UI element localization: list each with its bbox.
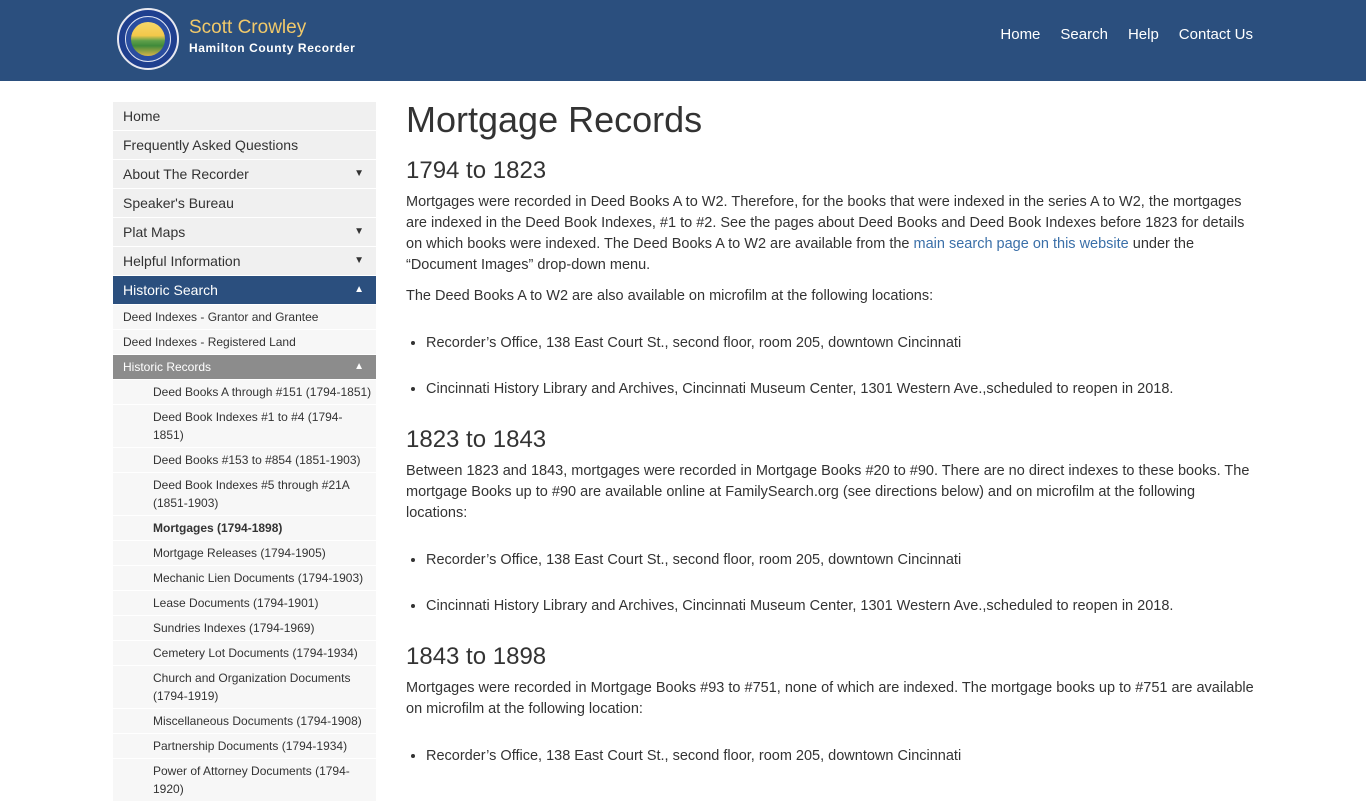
- brand-name[interactable]: Scott Crowley: [189, 16, 355, 40]
- chevron-down-icon[interactable]: ▼: [354, 218, 364, 246]
- main-content: Mortgage Records 1794 to 1823 Mortgages …: [406, 98, 1256, 792]
- nav-search[interactable]: Search: [1060, 26, 1108, 44]
- site-header: Scott Crowley Hamilton County Recorder H…: [0, 0, 1366, 81]
- list-item: Recorder’s Office, 138 East Court St., s…: [426, 550, 1256, 570]
- sidebar-item-about-recorder[interactable]: About The Recorder ▼: [113, 160, 376, 189]
- nav-help[interactable]: Help: [1128, 26, 1159, 44]
- sidebar-item-label: Helpful Information: [123, 253, 241, 269]
- record-link-current[interactable]: Mortgages (1794-1898): [113, 516, 376, 541]
- paragraph: The Deed Books A to W2 are also availabl…: [406, 288, 934, 304]
- record-link[interactable]: Cemetery Lot Documents (1794-1934): [113, 641, 376, 666]
- record-link[interactable]: Deed Books #153 to #854 (1851-1903): [113, 448, 376, 473]
- list-item: Recorder’s Office, 138 East Court St., s…: [426, 746, 1256, 766]
- page-title: Mortgage Records: [406, 99, 703, 140]
- chevron-up-icon[interactable]: ▲: [354, 276, 364, 304]
- sidebar-subitem-deed-indexes-grantor[interactable]: Deed Indexes - Grantor and Grantee: [113, 305, 376, 330]
- location-list: Recorder’s Office, 138 East Court St., s…: [406, 333, 1256, 399]
- paragraph: Between 1823 and 1843, mortgages were re…: [406, 463, 1250, 521]
- paragraph: Mortgages were recorded in Deed Books A …: [406, 192, 1256, 276]
- record-link[interactable]: Partnership Documents (1794-1934): [113, 734, 376, 759]
- sidebar: Home Frequently Asked Questions About Th…: [113, 102, 376, 802]
- location-list: Recorder’s Office, 138 East Court St., s…: [406, 550, 1256, 616]
- chevron-down-icon[interactable]: ▼: [354, 160, 364, 188]
- record-link[interactable]: Deed Book Indexes #1 to #4 (1794-1851): [113, 405, 376, 448]
- chevron-down-icon[interactable]: ▼: [354, 247, 364, 275]
- sidebar-item-label: Plat Maps: [123, 224, 186, 240]
- brand-subtitle: Hamilton County Recorder: [189, 41, 356, 55]
- nav-home[interactable]: Home: [1000, 26, 1040, 44]
- sidebar-item-label: Frequently Asked Questions: [123, 137, 299, 153]
- chevron-up-icon[interactable]: ▲: [354, 355, 364, 379]
- sidebar-item-label: Home: [123, 108, 161, 124]
- sidebar-subitem-historic-records[interactable]: Historic Records ▲: [113, 355, 376, 380]
- sidebar-item-label: About The Recorder: [123, 166, 249, 182]
- sidebar-item-label: Historic Records: [123, 360, 212, 374]
- record-link[interactable]: Mortgage Releases (1794-1905): [113, 541, 376, 566]
- section-heading: 1794 to 1823: [406, 157, 547, 184]
- location-list: Recorder’s Office, 138 East Court St., s…: [406, 746, 1256, 766]
- sidebar-item-historic-search[interactable]: Historic Search ▲: [113, 276, 376, 305]
- section-heading: 1843 to 1898: [406, 643, 547, 670]
- list-item: Cincinnati History Library and Archives,…: [426, 596, 1256, 616]
- sidebar-item-plat-maps[interactable]: Plat Maps ▼: [113, 218, 376, 247]
- record-link[interactable]: Church and Organization Documents (1794-…: [113, 666, 376, 709]
- nav-contact-us[interactable]: Contact Us: [1179, 26, 1253, 44]
- main-search-page-link[interactable]: main search page on this website: [914, 236, 1129, 252]
- record-link[interactable]: Deed Books A through #151 (1794-1851): [113, 380, 376, 405]
- top-nav: Home Search Help Contact Us: [980, 26, 1253, 44]
- sidebar-item-home[interactable]: Home: [113, 102, 376, 131]
- list-item: Cincinnati History Library and Archives,…: [426, 379, 1256, 399]
- brand[interactable]: Scott Crowley Hamilton County Recorder: [117, 8, 355, 70]
- paragraph: Mortgages were recorded in Mortgage Book…: [406, 680, 1254, 717]
- sidebar-item-faq[interactable]: Frequently Asked Questions: [113, 131, 376, 160]
- section-heading: 1823 to 1843: [406, 426, 547, 453]
- sidebar-item-speakers-bureau[interactable]: Speaker's Bureau: [113, 189, 376, 218]
- record-link[interactable]: Power of Attorney Documents (1794-1920): [113, 759, 376, 802]
- county-seal-icon: [117, 8, 179, 70]
- record-link[interactable]: Deed Book Indexes #5 through #21A (1851-…: [113, 473, 376, 516]
- sidebar-item-label: Historic Search: [123, 282, 218, 298]
- sidebar-subitem-deed-indexes-registered-land[interactable]: Deed Indexes - Registered Land: [113, 330, 376, 355]
- record-link[interactable]: Lease Documents (1794-1901): [113, 591, 376, 616]
- record-link[interactable]: Miscellaneous Documents (1794-1908): [113, 709, 376, 734]
- record-link[interactable]: Mechanic Lien Documents (1794-1903): [113, 566, 376, 591]
- sidebar-item-helpful-information[interactable]: Helpful Information ▼: [113, 247, 376, 276]
- record-link[interactable]: Sundries Indexes (1794-1969): [113, 616, 376, 641]
- list-item: Recorder’s Office, 138 East Court St., s…: [426, 333, 1256, 353]
- sidebar-item-label: Speaker's Bureau: [123, 195, 234, 211]
